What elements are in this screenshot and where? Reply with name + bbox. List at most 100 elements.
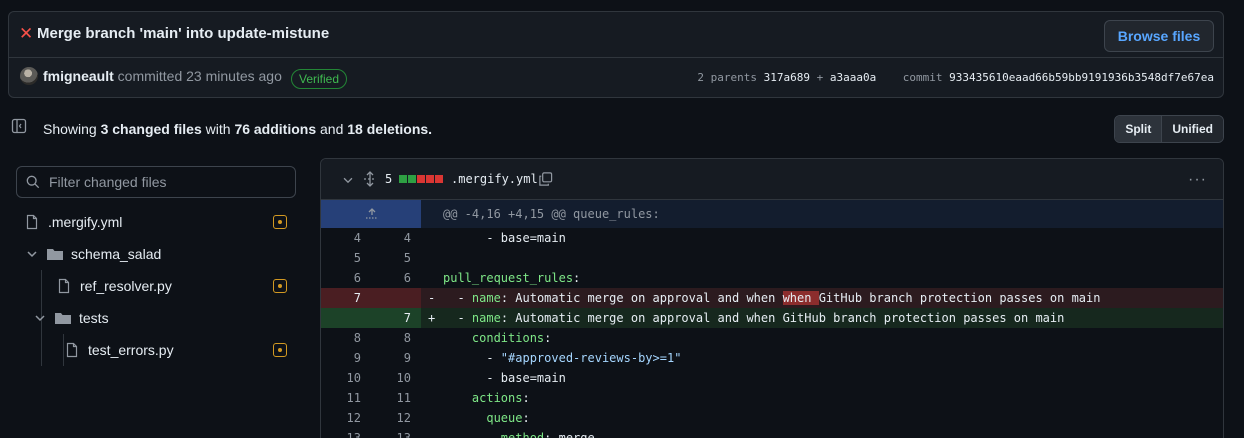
diff-line[interactable]: 55 xyxy=(321,248,1223,268)
parents-plus: + xyxy=(816,71,824,84)
chevron-down-icon xyxy=(35,315,45,322)
code-text: conditions: xyxy=(443,328,551,348)
old-line-number[interactable]: 4 xyxy=(321,228,361,248)
unified-button[interactable]: Unified xyxy=(1162,116,1223,142)
commit-header: ✕ Merge branch 'main' into update-mistun… xyxy=(8,11,1224,98)
diff-line[interactable]: 12 12 queue: xyxy=(321,408,1223,428)
old-line-number[interactable]: 10 xyxy=(321,368,361,388)
code-text: - "#approved-reviews-by>=1" xyxy=(443,348,681,368)
expand-all-icon[interactable] xyxy=(363,171,377,187)
diff-line[interactable]: 44 - base=main xyxy=(321,228,1223,248)
browse-files-button[interactable]: Browse files xyxy=(1104,20,1214,52)
x-icon[interactable]: ✕ xyxy=(19,25,33,42)
summary-additions: 76 additions xyxy=(234,121,317,137)
old-line-number[interactable]: 5 xyxy=(321,248,361,268)
diff-line[interactable]: 11 11 actions: xyxy=(321,388,1223,408)
commit-sha[interactable]: 933435610eaad66b59bb9191936b3548df7e67ea xyxy=(949,71,1214,84)
code-indent: - xyxy=(443,231,501,245)
new-line-number[interactable]: 10 xyxy=(371,368,411,388)
new-line-number[interactable]: 9 xyxy=(371,348,411,368)
diff-line[interactable]: 10 10 - base=main xyxy=(321,368,1223,388)
yaml-value: "#approved-reviews-by>=1" xyxy=(500,351,682,365)
split-button[interactable]: Split xyxy=(1115,116,1163,142)
diff-panel: 5 .mergify.yml ··· @@ -4,16 +4,15 @@ que… xyxy=(320,158,1224,438)
filter-files-input[interactable] xyxy=(49,167,289,197)
code-indent: - xyxy=(443,371,501,385)
new-line-number[interactable]: 6 xyxy=(371,268,411,288)
old-line-number[interactable]: 12 xyxy=(321,408,361,428)
tree-item-label: test_errors.py xyxy=(88,342,174,358)
yaml-sep: : xyxy=(573,271,581,285)
diffstat-del xyxy=(417,175,425,183)
filter-files xyxy=(16,166,296,198)
diff-line[interactable]: 13 13 method: merge xyxy=(321,428,1223,438)
code-indent: - xyxy=(443,351,501,365)
diffstat-add xyxy=(399,175,407,183)
copy-icon[interactable] xyxy=(538,171,553,187)
diffstat-del xyxy=(426,175,434,183)
sidebar-toggle-icon[interactable] xyxy=(11,118,27,134)
old-line-number[interactable]: 7 xyxy=(321,288,361,308)
old-line-number[interactable]: 9 xyxy=(321,348,361,368)
new-line-number[interactable]: 12 xyxy=(371,408,411,428)
diff-filename[interactable]: .mergify.yml xyxy=(451,172,538,186)
code-text: pull_request_rules: xyxy=(443,268,580,288)
change-count: 5 xyxy=(385,172,393,186)
yaml-key: name xyxy=(471,311,501,325)
verified-badge[interactable]: Verified xyxy=(291,69,348,89)
yaml-key: conditions xyxy=(471,331,545,345)
tree-item-ref-resolver[interactable]: ref_resolver.py xyxy=(56,270,172,302)
code-text: method: merge xyxy=(443,428,595,438)
avatar[interactable] xyxy=(20,67,38,85)
yaml-value: base=main xyxy=(500,371,566,385)
diffstat-del xyxy=(435,175,443,183)
divider xyxy=(9,57,1223,58)
new-line-number[interactable]: 8 xyxy=(371,328,411,348)
diff-sign: + xyxy=(428,311,436,325)
code-text: - name: Automatic merge on approval and … xyxy=(443,308,1064,328)
yaml-key: name xyxy=(471,291,501,305)
old-line-number[interactable]: 8 xyxy=(321,328,361,348)
summary-showing: Showing xyxy=(43,121,97,137)
old-line-number[interactable]: 6 xyxy=(321,268,361,288)
parent-sha-1[interactable]: 317a689 xyxy=(764,71,810,84)
old-line-number[interactable]: 11 xyxy=(321,388,361,408)
tree-item-label: tests xyxy=(79,310,109,326)
view-toggle: Split Unified xyxy=(1114,115,1224,143)
tree-item-tests[interactable]: tests xyxy=(32,302,109,334)
tree-item-mergify[interactable]: .mergify.yml xyxy=(24,206,122,238)
chevron-down-icon[interactable] xyxy=(341,173,355,187)
diff-file-header: 5 .mergify.yml ··· xyxy=(321,159,1223,200)
new-line-number[interactable]: 7 xyxy=(371,308,411,328)
commit-label: commit xyxy=(902,71,943,84)
new-line-number[interactable]: 11 xyxy=(371,388,411,408)
commit-title: Merge branch 'main' into update-mistune xyxy=(37,25,330,42)
old-line-number[interactable]: 13 xyxy=(321,428,361,438)
diff-line[interactable]: 6 6 pull_request_rules: xyxy=(321,268,1223,288)
tree-item-test-errors[interactable]: test_errors.py xyxy=(64,334,174,366)
expand-up-button[interactable] xyxy=(321,200,421,228)
diff-line[interactable]: 99 - "#approved-reviews-by>=1" xyxy=(321,348,1223,368)
code-text: - base=main xyxy=(443,228,565,248)
diff-line[interactable]: 7 + - name: Automatic merge on approval a… xyxy=(321,308,1223,328)
new-line-number[interactable]: 5 xyxy=(371,248,411,268)
more-options-icon[interactable]: ··· xyxy=(1188,171,1207,189)
summary-deletions: 18 deletions. xyxy=(347,121,433,137)
diff-line[interactable]: 7 - - name: Automatic merge on approval a… xyxy=(321,288,1223,308)
diff-line[interactable]: 88 conditions: xyxy=(321,328,1223,348)
diff-summary: Showing 3 changed files with 76 addition… xyxy=(43,121,432,137)
yaml-value: Automatic merge on approval and when xyxy=(515,291,783,305)
new-line-number[interactable]: 13 xyxy=(371,428,411,438)
expand-up-icon xyxy=(366,208,378,219)
hunk-header: @@ -4,16 +4,15 @@ queue_rules: xyxy=(321,200,1223,228)
code-text: - base=main xyxy=(443,368,566,388)
new-line-number[interactable]: 4 xyxy=(371,228,411,248)
modified-icon xyxy=(273,343,287,357)
author-link[interactable]: fmigneault xyxy=(43,68,114,84)
parent-sha-2[interactable]: a3aaa0a xyxy=(830,71,876,84)
file-icon xyxy=(26,214,38,230)
tree-item-schema-salad[interactable]: schema_salad xyxy=(24,238,161,270)
file-icon xyxy=(66,342,78,358)
